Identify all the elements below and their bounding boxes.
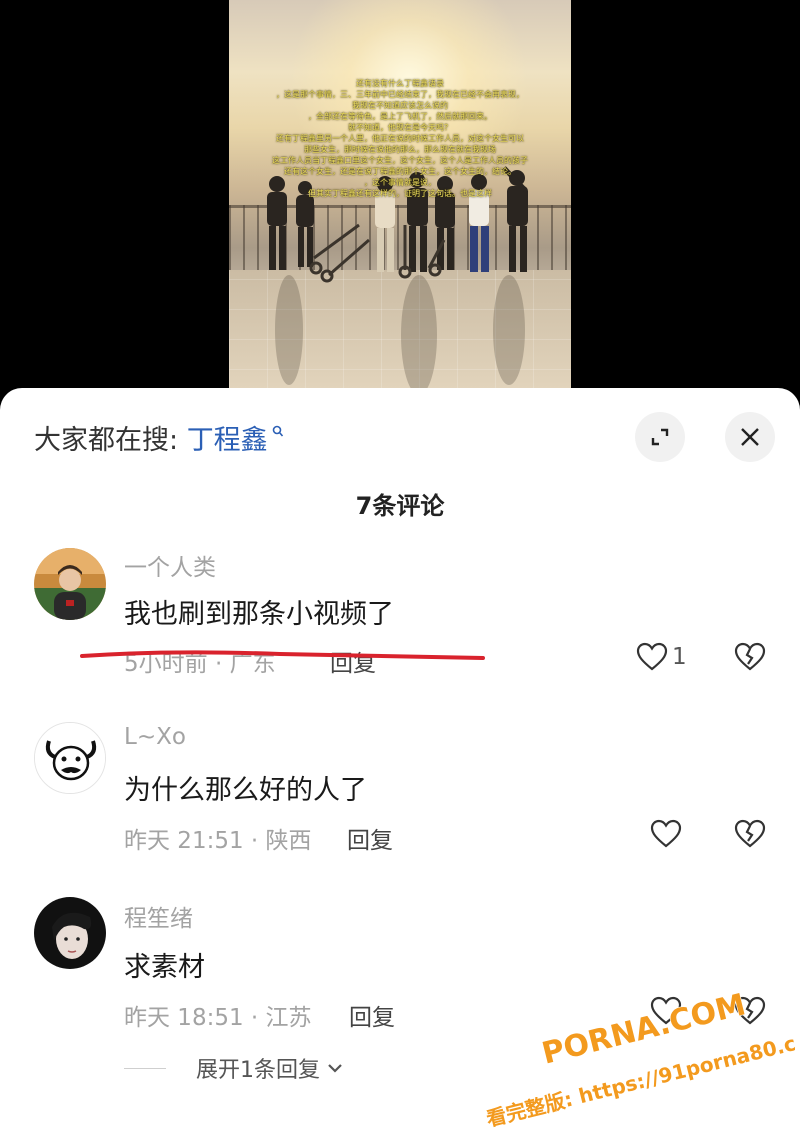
overlay-line: 这工作人员当丁程鑫口里这个女生，这个女生，这个人是工作人员的孩子 <box>272 156 528 165</box>
trending-search-keyword[interactable]: 丁程鑫 <box>187 425 268 456</box>
dislike-button[interactable] <box>734 819 766 853</box>
comment-text: 我也刷到那条小视频了 <box>124 599 394 630</box>
avatar[interactable] <box>34 722 106 794</box>
broken-heart-icon <box>734 642 766 671</box>
overlay-line: 但其实丁程鑫还有这样的，证明了这句话。也是这样 <box>308 189 492 198</box>
comment-username[interactable]: 一个人类 <box>124 548 216 582</box>
comment-count: 7条评论 <box>355 492 445 520</box>
chevron-down-icon <box>328 1064 342 1073</box>
avatar[interactable] <box>34 548 106 620</box>
overlay-line: ，全部还在等待色，是上了飞机了，然后就那回来。 <box>308 112 492 121</box>
video-frame[interactable]: 还有没有什么丁程鑫语录 ，这是那个事情，三、三年前中已经结束了，我现在已经不会再… <box>229 0 571 400</box>
expand-icon <box>651 428 669 446</box>
overlay-line: 我现在不知道应该怎么说的 <box>352 101 448 110</box>
comment-username[interactable]: L~Xo <box>124 724 186 750</box>
reply-button[interactable]: 回复 <box>349 998 395 1032</box>
comment-username[interactable]: 程笙绪 <box>124 899 193 933</box>
like-count: 1 <box>672 644 687 670</box>
divider-line <box>124 1067 166 1069</box>
trending-search-prefix: 大家都在搜: <box>34 425 187 456</box>
overlay-line: 还有丁程鑫里另一个人里，他正在说的时候工作人员，对这个女生可以 <box>276 134 524 143</box>
overlay-line: ，这个事情就是说， <box>364 178 436 187</box>
heart-icon <box>650 819 682 848</box>
broken-heart-icon <box>734 819 766 848</box>
search-icon[interactable] <box>268 425 284 443</box>
video-player[interactable]: 还有没有什么丁程鑫语录 ，这是那个事情，三、三年前中已经结束了，我现在已经不会再… <box>0 0 800 400</box>
comment-text: 求素材 <box>124 952 205 983</box>
expand-replies-button[interactable]: 展开1条回复 <box>124 1052 344 1084</box>
comment-item: 一个人类 我也刷到那条小视频了 5小时前 · 广东 回复 1 <box>0 538 800 718</box>
comment-item: L~Xo 为什么那么好的人了 昨天 21:51 · 陕西 回复 <box>0 716 800 896</box>
overlay-line: 还有没有什么丁程鑫语录 <box>356 79 444 88</box>
expand-button[interactable] <box>635 412 685 462</box>
comment-text: 为什么那么好的人了 <box>124 775 367 806</box>
reply-button[interactable]: 回复 <box>347 821 393 855</box>
like-button[interactable] <box>650 819 686 849</box>
like-button[interactable]: 1 <box>636 642 687 672</box>
avatar[interactable] <box>34 897 106 969</box>
overlay-line: 就不知道，他现在是今天吗？ <box>348 123 452 132</box>
comment-meta: 昨天 21:51 · 陕西 <box>124 828 312 854</box>
close-icon <box>741 428 759 446</box>
trending-search[interactable]: 大家都在搜: 丁程鑫 <box>34 418 284 457</box>
overlay-line: 还有这个女生，还是在说丁程鑫的那个女生，这个女生的，结论。 <box>284 167 516 176</box>
expand-replies-label: 展开1条回复 <box>196 1058 320 1083</box>
comment-meta: 昨天 18:51 · 江苏 <box>124 1005 312 1031</box>
dislike-button[interactable] <box>734 642 766 676</box>
annotation-underline <box>80 650 485 660</box>
overlay-line: 那些女生，那时候在说他的那么，那么现在就在我现场 <box>304 145 496 154</box>
group-silhouettes <box>267 166 528 395</box>
heart-icon <box>636 642 668 671</box>
close-button[interactable] <box>725 412 775 462</box>
overlay-line: ，这是那个事情，三、三年前中已经结束了，我现在已经不会再表现， <box>276 90 524 99</box>
site-watermark: PORNA.COM 看完整版: https://91porna80.com <box>483 987 795 1128</box>
video-overlay-text: 还有没有什么丁程鑫语录 ，这是那个事情，三、三年前中已经结束了，我现在已经不会再… <box>229 78 571 199</box>
